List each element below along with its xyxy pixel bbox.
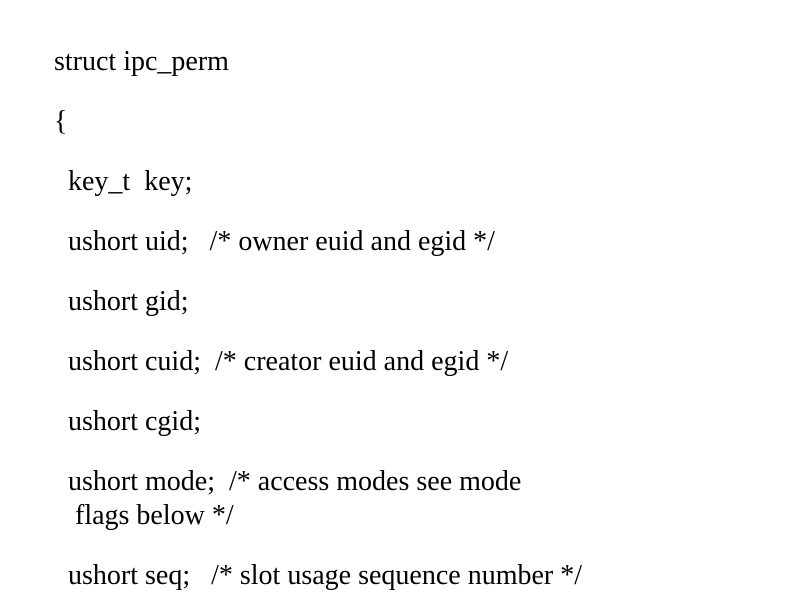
code-line: ushort uid; /* owner euid and egid */ bbox=[54, 228, 740, 256]
code-line: { bbox=[54, 108, 740, 136]
code-line: ushort cuid; /* creator euid and egid */ bbox=[54, 348, 740, 376]
code-line: struct ipc_perm bbox=[54, 48, 740, 76]
code-line: ushort gid; bbox=[54, 288, 740, 316]
code-line: ushort mode; /* access modes see mode bbox=[54, 468, 740, 496]
code-line: ushort cgid; bbox=[54, 408, 740, 436]
code-line: key_t key; bbox=[54, 168, 740, 196]
code-line: flags below */ bbox=[54, 502, 740, 530]
code-line: ushort seq; /* slot usage sequence numbe… bbox=[54, 562, 740, 590]
code-block: struct ipc_perm { key_t key; ushort uid;… bbox=[0, 0, 794, 590]
